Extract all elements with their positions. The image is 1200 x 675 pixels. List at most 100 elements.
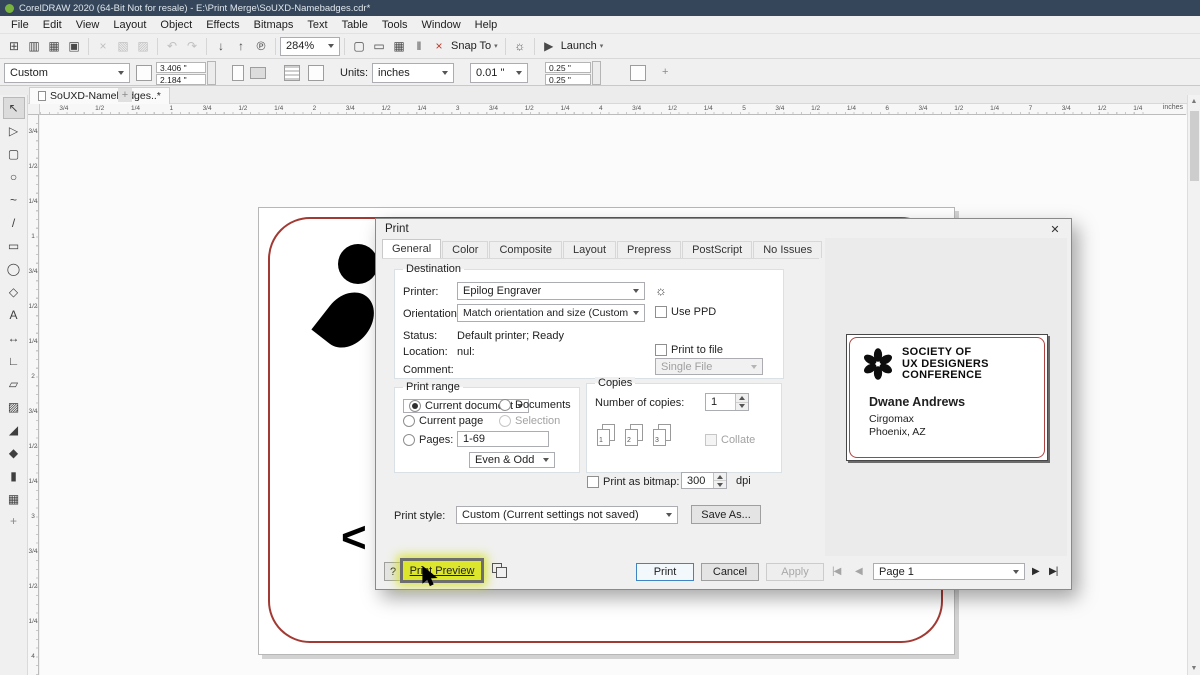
outline-pen-tool-icon[interactable]: ◆ — [4, 443, 24, 463]
previous-page-icon[interactable]: ◀ — [855, 566, 862, 577]
object-height-input[interactable]: 2.184 " — [156, 74, 206, 85]
pages-radio[interactable]: Pages: — [403, 434, 453, 446]
nudge-input[interactable]: 0.01 " — [470, 63, 528, 83]
pages-input[interactable]: 1-69 — [457, 431, 549, 447]
copies-input[interactable]: 1 — [705, 393, 749, 411]
scroll-down-icon[interactable]: ▼ — [1188, 662, 1200, 675]
menu-item[interactable]: Help — [468, 19, 505, 31]
print-icon[interactable]: ▣ — [64, 37, 84, 56]
units-select[interactable]: inches — [372, 63, 454, 83]
preset-select[interactable]: Custom — [4, 63, 130, 83]
menu-item[interactable]: Layout — [106, 19, 153, 31]
zoom-level-select[interactable]: 284% — [280, 37, 340, 56]
artistic-media-tool-icon[interactable]: / — [4, 213, 24, 233]
object-width-input[interactable]: 3.406 " — [156, 62, 206, 73]
launch-label[interactable]: Launch — [561, 40, 597, 52]
save-as-button[interactable]: Save As... — [691, 505, 761, 524]
printer-preferences-gear-icon[interactable]: ☼ — [655, 284, 667, 297]
crop-tool-icon[interactable]: ▢ — [4, 144, 24, 164]
bounding-box-icon[interactable] — [630, 65, 646, 81]
ellipse-tool-icon[interactable]: ◯ — [4, 259, 24, 279]
scroll-up-icon[interactable]: ▲ — [1188, 95, 1200, 108]
tab-no-issues[interactable]: No Issues — [753, 241, 822, 258]
spinner-buttons[interactable] — [735, 394, 748, 410]
full-screen-preview-icon[interactable]: ▢ — [349, 37, 369, 56]
even-odd-select[interactable]: Even & Odd — [469, 452, 555, 468]
pick-tool-icon[interactable]: ↖ — [4, 98, 24, 118]
add-icon[interactable]: + — [662, 66, 668, 78]
menu-item[interactable]: Window — [415, 19, 468, 31]
scrollbar-thumb[interactable] — [1190, 111, 1199, 181]
menu-item[interactable]: Effects — [199, 19, 246, 31]
connector-tool-icon[interactable]: ∟ — [4, 351, 24, 371]
vertical-ruler[interactable]: 3/41/21/413/41/21/423/41/21/433/41/21/44 — [28, 115, 39, 675]
new-document-icon[interactable]: ⊞ — [4, 37, 24, 56]
duplicate-y-input[interactable]: 0.25 " — [545, 74, 591, 85]
color-eyedropper-tool-icon[interactable]: ◢ — [4, 420, 24, 440]
save-icon[interactable]: ▦ — [44, 37, 64, 56]
menu-item[interactable]: Tools — [375, 19, 415, 31]
new-tab-button[interactable]: + — [118, 88, 132, 102]
duplicate-spinner[interactable] — [592, 61, 601, 85]
tab-layout[interactable]: Layout — [563, 241, 616, 258]
publish-pdf-icon[interactable]: ℗ — [251, 37, 271, 56]
page-select[interactable]: Page 1 — [873, 563, 1025, 580]
open-document-icon[interactable]: ▥ — [24, 37, 44, 56]
tab-general[interactable]: General — [382, 239, 441, 258]
size-spinner[interactable] — [207, 61, 216, 85]
page-settings-icon[interactable] — [284, 65, 300, 81]
layout-settings-icon[interactable] — [308, 65, 324, 81]
tab-color[interactable]: Color — [442, 241, 488, 258]
print-to-file-checkbox[interactable]: Print to file — [655, 344, 723, 356]
parallel-dimension-tool-icon[interactable]: ↔ — [4, 328, 24, 348]
print-as-bitmap-checkbox[interactable]: Print as bitmap: — [587, 476, 679, 488]
menu-item[interactable]: Edit — [36, 19, 69, 31]
chevron-down-icon[interactable]: ▾ — [494, 42, 498, 50]
documents-radio[interactable]: Documents — [499, 399, 571, 411]
tab-prepress[interactable]: Prepress — [617, 241, 681, 258]
last-page-icon[interactable]: ▶| — [1049, 566, 1057, 577]
snap-to-label[interactable]: Snap To — [451, 40, 491, 52]
next-page-icon[interactable]: ▶ — [1032, 566, 1039, 577]
preview-expand-icon[interactable] — [492, 563, 502, 573]
menu-item[interactable]: View — [69, 19, 107, 31]
shape-tool-icon[interactable]: ▷ — [4, 121, 24, 141]
landscape-orientation-button[interactable] — [250, 67, 266, 79]
drop-shadow-tool-icon[interactable]: ▱ — [4, 374, 24, 394]
portrait-orientation-button[interactable] — [232, 65, 244, 81]
chevron-down-icon[interactable]: ▾ — [600, 42, 604, 50]
interactive-fill-tool-icon[interactable]: ▦ — [4, 489, 24, 509]
current-page-radio[interactable]: Current page — [403, 415, 483, 427]
menu-item[interactable]: Text — [300, 19, 334, 31]
duplicate-x-input[interactable]: 0.25 " — [545, 62, 591, 73]
polygon-tool-icon[interactable]: ◇ — [4, 282, 24, 302]
close-icon[interactable]: ✕ — [1045, 221, 1065, 237]
printer-select[interactable]: Epilog Engraver — [457, 282, 645, 300]
zoom-tool-icon[interactable]: ○ — [4, 167, 24, 187]
menu-item[interactable]: Table — [335, 19, 375, 31]
horizontal-ruler[interactable]: 3/41/21/413/41/21/423/41/21/433/41/21/44… — [40, 104, 1186, 115]
show-rulers-icon[interactable]: ▭ — [369, 37, 389, 56]
export-icon[interactable]: ↑ — [231, 37, 251, 56]
menu-item[interactable]: Object — [153, 19, 199, 31]
use-ppd-checkbox[interactable]: Use PPD — [655, 306, 716, 318]
vertical-scrollbar[interactable]: ▲ ▼ — [1187, 95, 1200, 675]
print-preview-button[interactable]: Print Preview — [400, 558, 484, 583]
show-guidelines-icon[interactable]: ‖ — [409, 37, 429, 56]
add-tool-button[interactable]: + — [10, 514, 17, 528]
tab-composite[interactable]: Composite — [489, 241, 562, 258]
print-button[interactable]: Print — [636, 563, 694, 581]
tab-postscript[interactable]: PostScript — [682, 241, 752, 258]
rectangle-tool-icon[interactable]: ▭ — [4, 236, 24, 256]
freehand-tool-icon[interactable]: ~ — [4, 190, 24, 210]
bitmap-dpi-input[interactable]: 300 — [681, 472, 727, 489]
cancel-button[interactable]: Cancel — [701, 563, 759, 581]
spinner-buttons[interactable] — [713, 473, 726, 488]
import-icon[interactable]: ↓ — [211, 37, 231, 56]
text-tool-icon[interactable]: A — [4, 305, 24, 325]
menu-item[interactable]: File — [4, 19, 36, 31]
document-tab[interactable]: SoUXD-Namebadges..* — [29, 87, 170, 104]
print-style-select[interactable]: Custom (Current settings not saved) — [456, 506, 678, 524]
snap-off-icon[interactable]: × — [429, 37, 449, 56]
gear-icon[interactable]: ☼ — [510, 37, 530, 56]
